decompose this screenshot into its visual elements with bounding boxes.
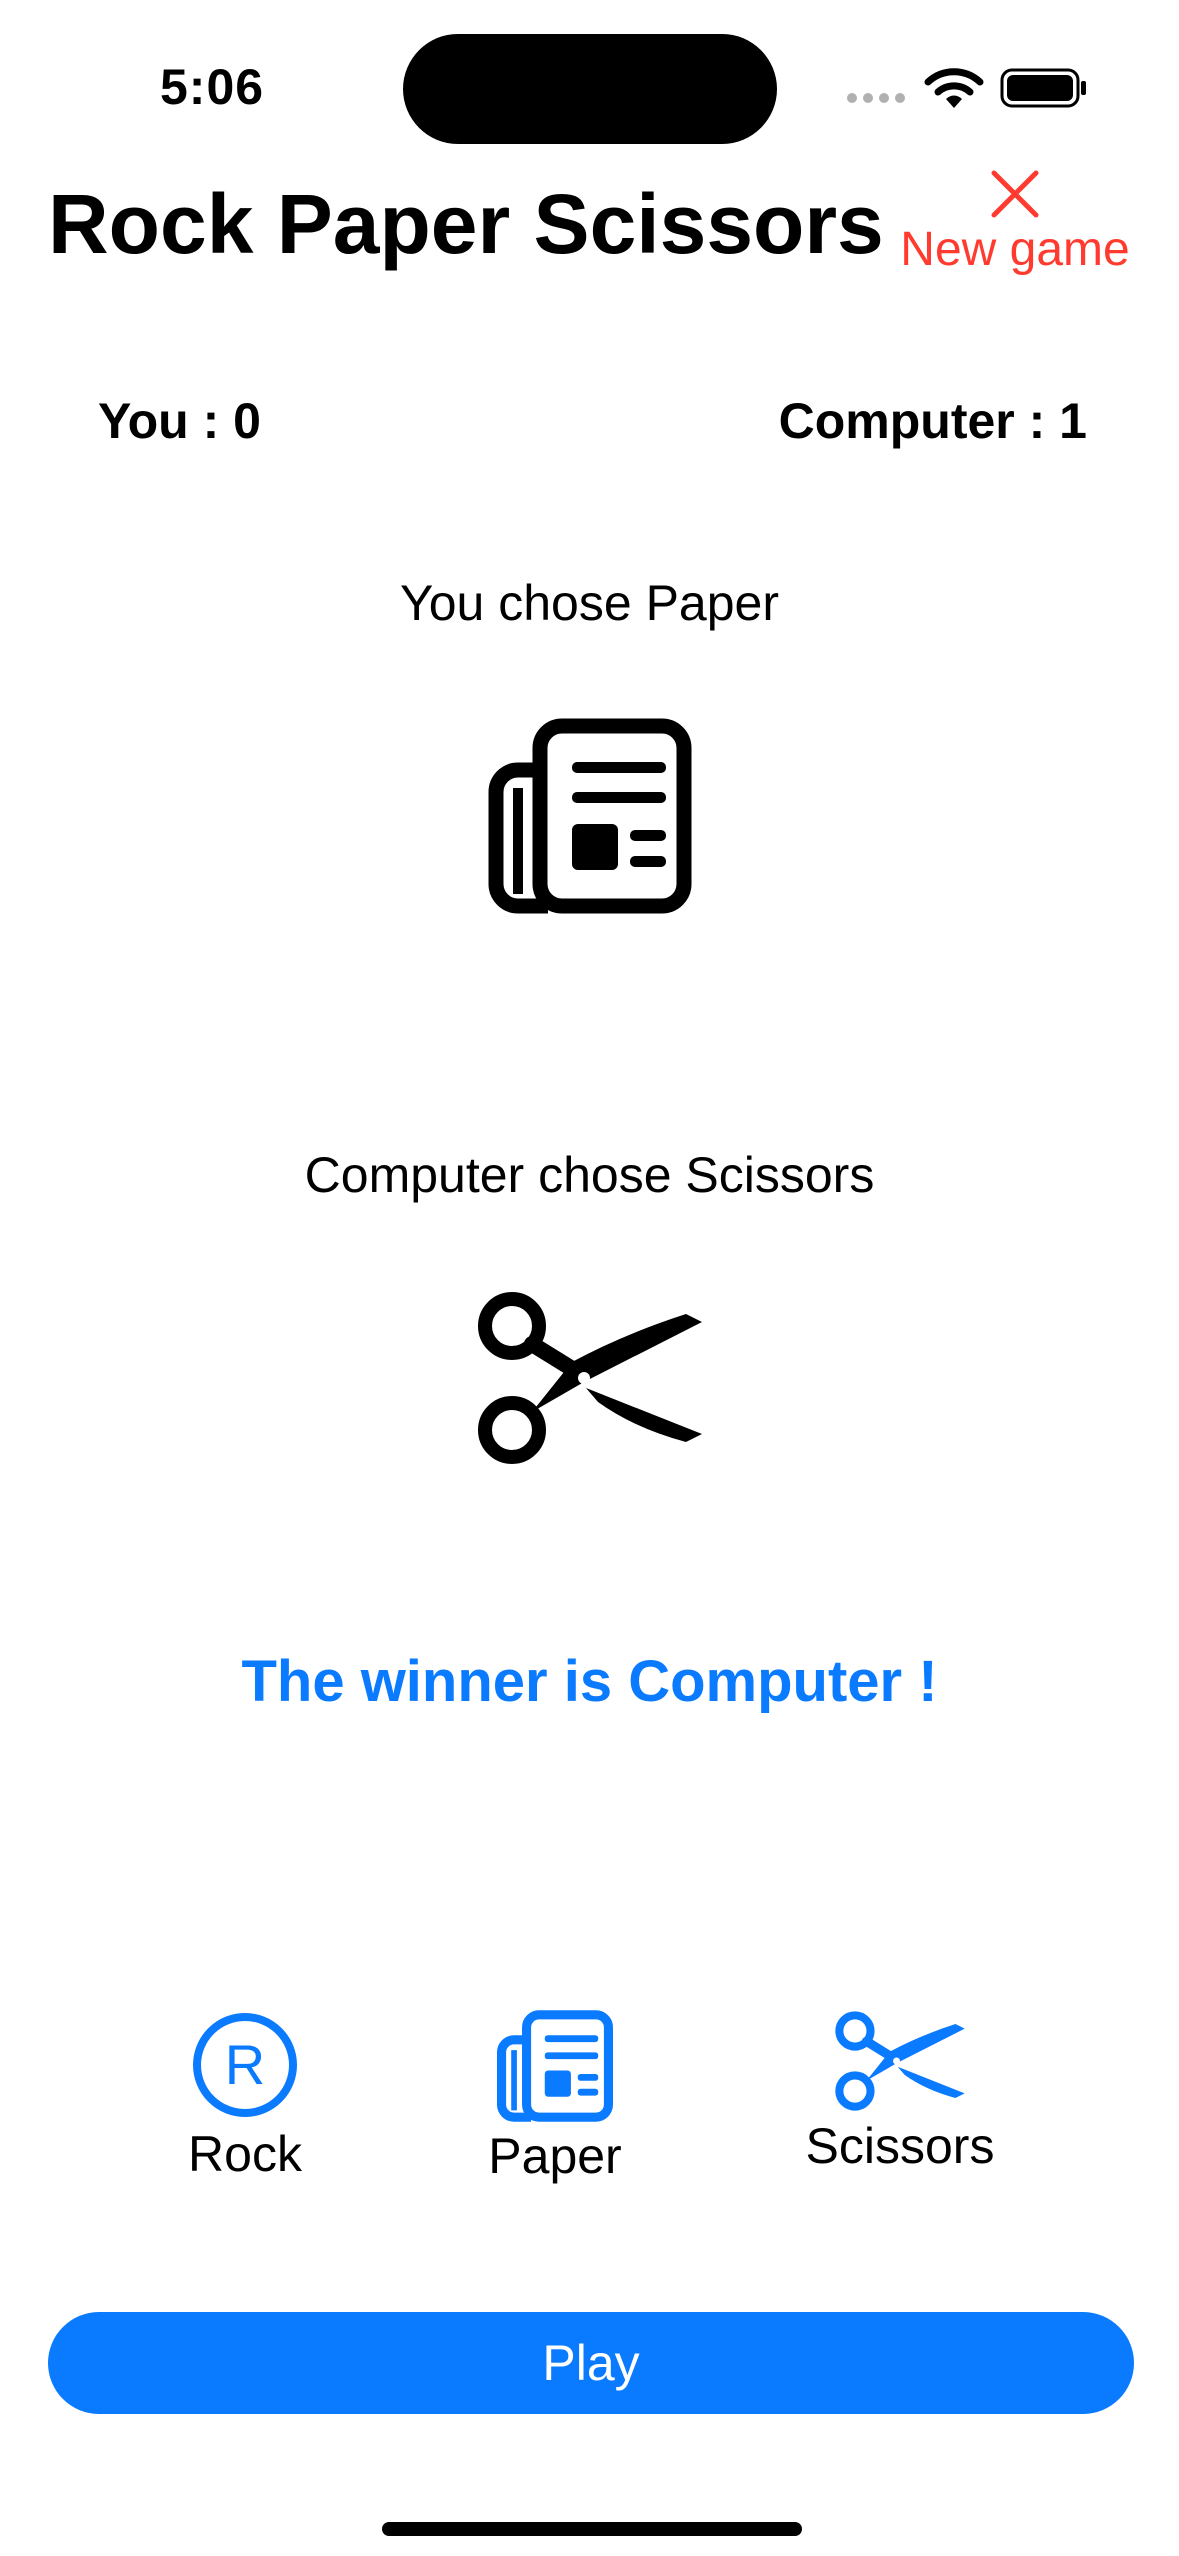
home-indicator[interactable] — [382, 2522, 802, 2536]
registered-circle-icon: R — [193, 2013, 297, 2117]
close-icon — [991, 170, 1039, 218]
status-time: 5:06 — [160, 59, 265, 115]
newspaper-icon — [497, 2010, 613, 2122]
pick-rock-button[interactable]: R Rock — [115, 2010, 375, 2183]
score-computer: Computer : 1 — [778, 393, 1087, 449]
scissors-icon — [477, 1292, 702, 1464]
player-choice-display — [0, 718, 1179, 919]
scissors-icon — [835, 2011, 965, 2111]
you-chose-text: You chose Paper — [399, 575, 779, 631]
battery-icon — [1000, 68, 1086, 108]
wifi-icon — [924, 68, 984, 108]
play-button-label: Play — [542, 2335, 640, 2391]
pick-rock-label: Rock — [188, 2126, 302, 2182]
pick-scissors-button[interactable]: Scissors — [770, 2010, 1030, 2175]
new-game-label: New game — [900, 223, 1130, 276]
new-game-button[interactable]: New game — [880, 168, 1150, 288]
pick-paper-button[interactable]: Paper — [425, 2010, 685, 2185]
svg-text:R: R — [225, 2033, 265, 2096]
play-button[interactable]: Play — [48, 2312, 1134, 2414]
cellular-icon — [847, 93, 905, 103]
winner-text: The winner is Computer ! — [241, 1649, 938, 1714]
newspaper-icon — [488, 718, 691, 914]
pick-scissors-label: Scissors — [805, 2118, 995, 2174]
score-you: You : 0 — [98, 393, 261, 449]
computer-chose-text: Computer chose Scissors — [304, 1147, 875, 1203]
dynamic-island — [403, 34, 777, 144]
computer-choice-display — [0, 1290, 1179, 1471]
pick-paper-label: Paper — [488, 2128, 622, 2184]
page-title: Rock Paper Scissors — [48, 177, 884, 271]
